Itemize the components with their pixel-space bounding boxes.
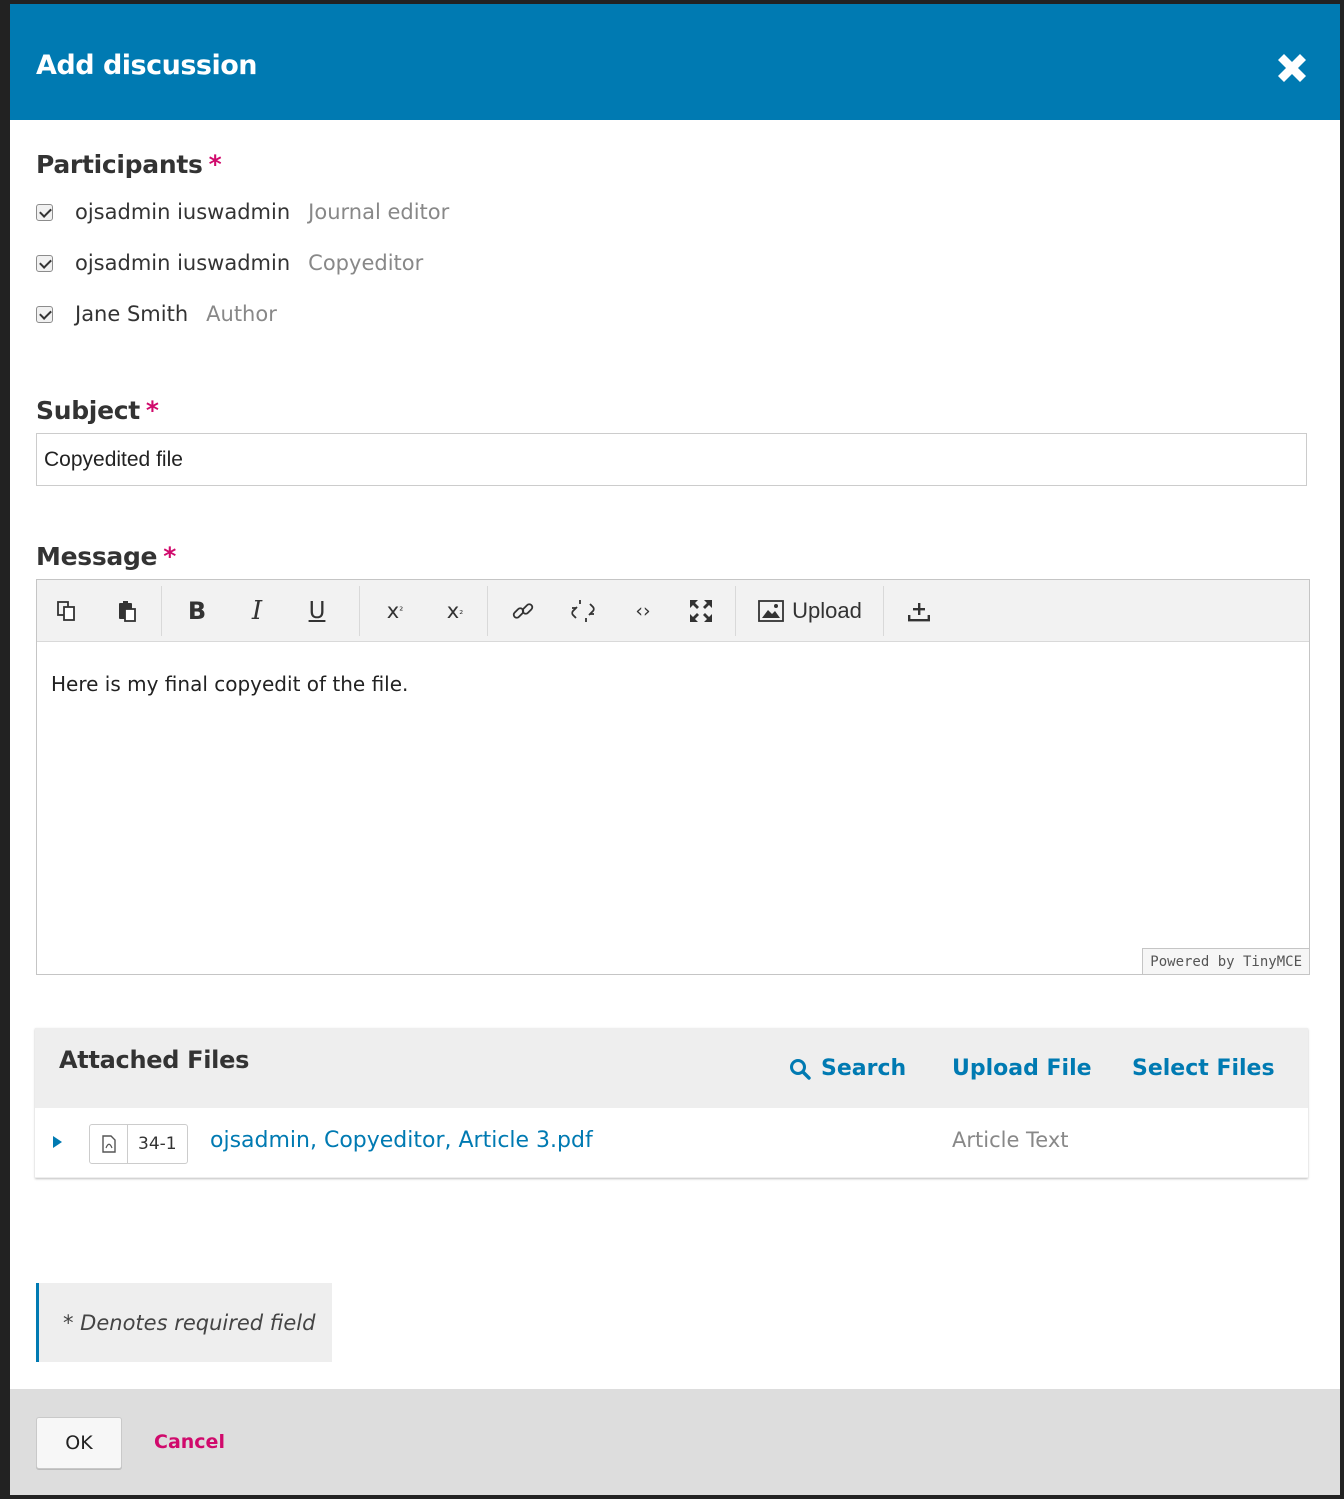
superscript-icon[interactable]: x² [377,594,413,628]
close-icon[interactable] [1272,48,1312,88]
search-icon [790,1058,811,1080]
participant-checkbox[interactable] [36,305,53,323]
participant-name: ojsadmin iuswadmin [75,251,291,275]
file-badge: 34-1 [89,1124,188,1164]
message-label: Message * [36,542,176,571]
file-type: Article Text [952,1128,1069,1152]
upload-image-button[interactable]: Upload [753,594,867,628]
subscript-icon[interactable]: x₂ [437,594,473,628]
underline-icon[interactable]: U [299,594,335,628]
italic-icon[interactable]: I [239,594,275,628]
cancel-button[interactable]: Cancel [154,1431,225,1453]
subject-label: Subject * [36,396,159,425]
toolbar-divider [735,586,736,636]
toolbar-divider [883,586,884,636]
search-files-button[interactable]: Search [789,1056,906,1081]
participant-checkbox[interactable] [36,254,53,272]
pdf-file-icon [90,1125,128,1163]
select-files-button[interactable]: Select Files [1132,1056,1275,1081]
message-body[interactable]: Here is my final copyedit of the file. [51,672,408,696]
upload-file-button[interactable]: Upload File [952,1056,1092,1081]
powered-by-tinymce[interactable]: Powered by TinyMCE [1142,948,1309,974]
subject-input[interactable] [36,433,1307,486]
participant-role: Author [206,302,277,326]
editor-toolbar: B I U x² x₂ ‹› Upload [37,580,1309,642]
expand-row-icon[interactable] [53,1136,62,1148]
insert-file-icon[interactable] [901,594,937,628]
modal-title: Add discussion [36,50,258,81]
attached-files-header: Attached Files Search Upload File Select… [35,1028,1308,1108]
required-field-note: * Denotes required field [36,1283,332,1362]
copy-icon[interactable] [49,594,85,628]
participant-row: ojsadmin iuswadmin Journal editor [36,197,449,227]
participants-label: Participants * [36,150,222,179]
participant-row: Jane Smith Author [36,299,277,329]
participant-checkbox[interactable] [36,203,53,221]
unlink-icon[interactable] [565,594,601,628]
participant-role: Journal editor [308,200,450,224]
paste-icon[interactable] [109,594,145,628]
add-discussion-modal: Add discussion Participants * ojsadmin iu… [10,4,1340,1495]
link-icon[interactable] [505,594,541,628]
modal-header: Add discussion [10,4,1340,120]
attached-files-panel: Attached Files Search Upload File Select… [35,1028,1308,1178]
participant-name: Jane Smith [75,302,189,326]
participant-name: ojsadmin iuswadmin [75,200,291,224]
toolbar-divider [487,586,488,636]
participant-row: ojsadmin iuswadmin Copyeditor [36,248,423,278]
toolbar-divider [359,586,360,636]
file-name-link[interactable]: ojsadmin, Copyeditor, Article 3.pdf [210,1128,593,1153]
code-icon[interactable]: ‹› [625,594,661,628]
participant-role: Copyeditor [308,251,424,275]
ok-button[interactable]: OK [36,1417,122,1469]
table-row: 34-1 ojsadmin, Copyeditor, Article 3.pdf… [35,1108,1308,1178]
toolbar-divider [161,586,162,636]
file-id: 34-1 [138,1134,177,1154]
bold-icon[interactable]: B [179,594,215,628]
modal-footer: OK Cancel [10,1389,1340,1495]
image-icon [758,600,785,622]
message-editor: B I U x² x₂ ‹› Upload Here is my final c… [36,579,1310,975]
attached-files-title: Attached Files [59,1046,250,1074]
fullscreen-icon[interactable] [683,594,719,628]
